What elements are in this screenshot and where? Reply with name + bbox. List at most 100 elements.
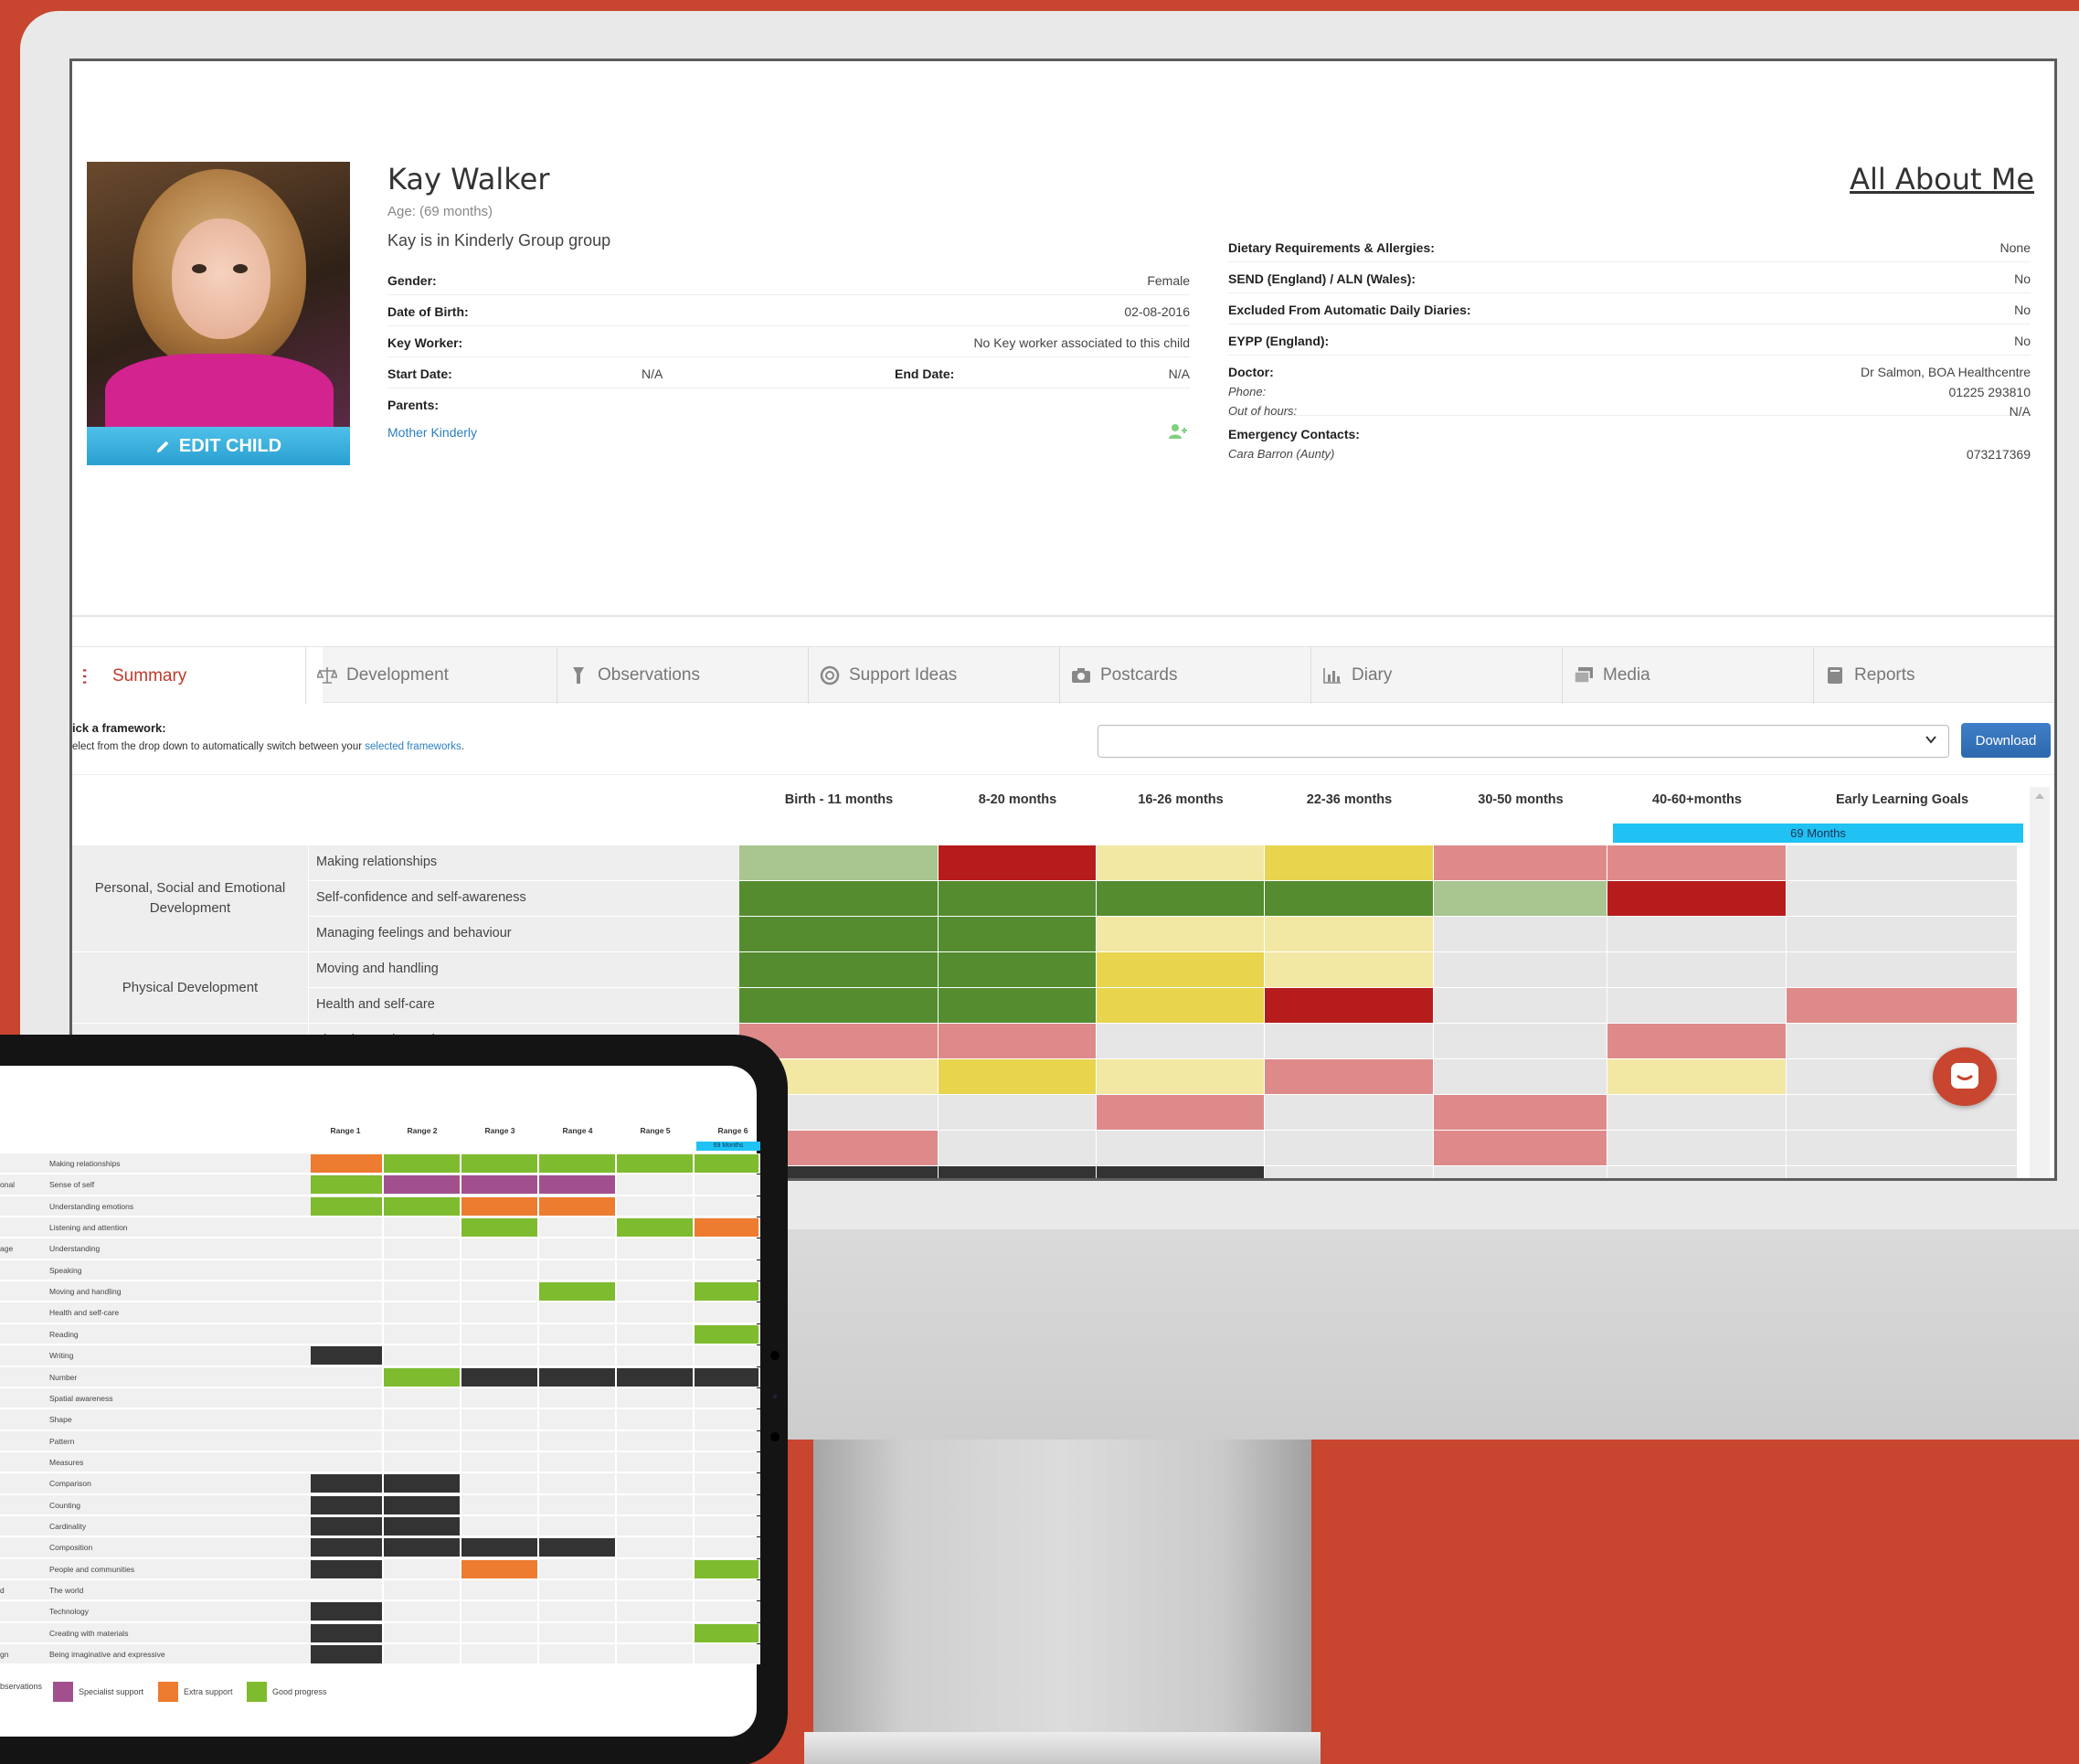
progress-cell[interactable] xyxy=(939,845,1096,880)
tab-observations[interactable]: Observations xyxy=(557,647,807,704)
progress-cell[interactable] xyxy=(1607,1131,1786,1165)
progress-cell[interactable] xyxy=(1265,1131,1433,1165)
progress-cell[interactable] xyxy=(939,1131,1096,1165)
progress-cell[interactable] xyxy=(1097,1095,1264,1130)
tablet-progress-cell[interactable] xyxy=(539,1196,615,1216)
tablet-progress-cell[interactable] xyxy=(461,1538,537,1557)
progress-cell[interactable] xyxy=(939,952,1096,987)
progress-cell[interactable] xyxy=(1787,952,2017,987)
tablet-progress-cell[interactable] xyxy=(461,1196,537,1216)
tablet-progress-cell[interactable] xyxy=(539,1282,615,1302)
progress-cell[interactable] xyxy=(1097,881,1264,916)
progress-cell[interactable] xyxy=(1607,1059,1786,1094)
download-button[interactable]: Download xyxy=(1961,723,2051,758)
progress-cell[interactable] xyxy=(1434,1024,1607,1058)
progress-cell[interactable] xyxy=(1097,1131,1264,1165)
progress-cell[interactable] xyxy=(1097,988,1264,1023)
edit-child-button[interactable]: EDIT CHILD xyxy=(87,427,350,465)
tablet-progress-cell[interactable] xyxy=(617,1367,693,1387)
progress-cell[interactable] xyxy=(939,1059,1096,1094)
progress-cell[interactable] xyxy=(1097,917,1264,951)
tablet-progress-cell[interactable] xyxy=(695,1218,758,1238)
progress-cell[interactable] xyxy=(1097,952,1264,987)
tab-diary[interactable]: Diary xyxy=(1310,647,1561,704)
progress-cell[interactable] xyxy=(1265,845,1433,880)
progress-cell[interactable] xyxy=(1434,1131,1607,1165)
progress-cell[interactable] xyxy=(1607,988,1786,1023)
tablet-progress-cell[interactable] xyxy=(311,1175,382,1195)
tablet-progress-cell[interactable] xyxy=(539,1175,615,1195)
progress-cell[interactable] xyxy=(1787,1131,2017,1165)
progress-cell[interactable] xyxy=(1607,1024,1786,1058)
tablet-progress-cell[interactable] xyxy=(461,1218,537,1238)
tablet-progress-cell[interactable] xyxy=(311,1602,382,1621)
tablet-progress-cell[interactable] xyxy=(695,1623,758,1642)
tablet-progress-cell[interactable] xyxy=(311,1645,382,1664)
tablet-progress-cell[interactable] xyxy=(617,1154,693,1173)
progress-cell[interactable] xyxy=(1097,1166,1264,1178)
progress-cell[interactable] xyxy=(1607,917,1786,951)
tablet-progress-cell[interactable] xyxy=(695,1559,758,1578)
tablet-progress-cell[interactable] xyxy=(311,1516,382,1536)
add-user-icon[interactable] xyxy=(1169,423,1187,440)
tablet-progress-cell[interactable] xyxy=(384,1175,460,1195)
progress-cell[interactable] xyxy=(939,988,1096,1023)
tablet-progress-cell[interactable] xyxy=(617,1218,693,1238)
progress-cell[interactable] xyxy=(1265,917,1433,951)
tablet-progress-cell[interactable] xyxy=(695,1324,758,1344)
progress-cell[interactable] xyxy=(739,952,938,987)
progress-cell[interactable] xyxy=(1265,1024,1433,1058)
chat-button[interactable] xyxy=(1933,1047,1997,1106)
progress-cell[interactable] xyxy=(1097,845,1264,880)
all-about-me-link[interactable]: All About Me xyxy=(1850,162,2034,197)
progress-cell[interactable] xyxy=(939,1166,1096,1178)
tab-reports[interactable]: Reports xyxy=(1813,647,2054,704)
progress-cell[interactable] xyxy=(1607,952,1786,987)
tablet-progress-cell[interactable] xyxy=(311,1154,382,1173)
tablet-progress-cell[interactable] xyxy=(695,1367,758,1387)
progress-cell[interactable] xyxy=(1787,881,2017,916)
tablet-progress-cell[interactable] xyxy=(695,1154,758,1173)
tablet-progress-cell[interactable] xyxy=(311,1623,382,1642)
progress-cell[interactable] xyxy=(1434,917,1607,951)
tablet-progress-cell[interactable] xyxy=(461,1559,537,1578)
progress-cell[interactable] xyxy=(1607,1166,1786,1178)
progress-cell[interactable] xyxy=(1265,1166,1433,1178)
tablet-progress-cell[interactable] xyxy=(311,1196,382,1216)
progress-cell[interactable] xyxy=(1607,845,1786,880)
progress-cell[interactable] xyxy=(1787,845,2017,880)
progress-cell[interactable] xyxy=(1787,988,2017,1023)
progress-cell[interactable] xyxy=(1434,1166,1607,1178)
progress-cell[interactable] xyxy=(1607,1095,1786,1130)
tablet-progress-cell[interactable] xyxy=(461,1367,537,1387)
selected-frameworks-link[interactable]: selected frameworks xyxy=(365,741,461,752)
tab-support-ideas[interactable]: Support Ideas xyxy=(808,647,1058,704)
progress-cell[interactable] xyxy=(1434,988,1607,1023)
tablet-progress-cell[interactable] xyxy=(384,1516,460,1536)
tab-postcards[interactable]: Postcards xyxy=(1059,647,1310,704)
progress-cell[interactable] xyxy=(1607,881,1786,916)
progress-cell[interactable] xyxy=(1097,1059,1264,1094)
tablet-progress-cell[interactable] xyxy=(461,1175,537,1195)
tablet-progress-cell[interactable] xyxy=(695,1282,758,1302)
tab-summary[interactable]: Summary xyxy=(72,647,323,705)
progress-cell[interactable] xyxy=(1265,952,1433,987)
progress-cell[interactable] xyxy=(939,917,1096,951)
progress-cell[interactable] xyxy=(739,845,938,880)
tablet-progress-cell[interactable] xyxy=(539,1154,615,1173)
tablet-progress-cell[interactable] xyxy=(384,1474,460,1493)
tablet-progress-cell[interactable] xyxy=(384,1367,460,1387)
progress-cell[interactable] xyxy=(1434,1095,1607,1130)
progress-cell[interactable] xyxy=(1434,881,1607,916)
tablet-progress-cell[interactable] xyxy=(539,1538,615,1557)
tablet-progress-cell[interactable] xyxy=(311,1346,382,1366)
tablet-progress-cell[interactable] xyxy=(311,1538,382,1557)
tablet-progress-cell[interactable] xyxy=(384,1495,460,1514)
tablet-progress-cell[interactable] xyxy=(384,1154,460,1173)
progress-cell[interactable] xyxy=(1265,1095,1433,1130)
progress-cell[interactable] xyxy=(1434,845,1607,880)
progress-cell[interactable] xyxy=(739,917,938,951)
tablet-progress-cell[interactable] xyxy=(311,1474,382,1493)
scrollbar[interactable] xyxy=(2030,787,2050,1178)
tab-development[interactable]: Development xyxy=(305,647,556,704)
